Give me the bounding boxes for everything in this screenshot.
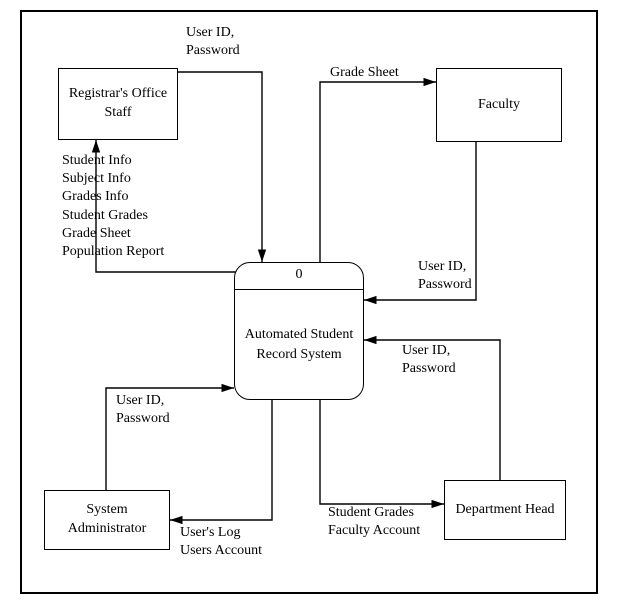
label-sysadmin-out: User's Log Users Account (180, 524, 262, 560)
process-number: 0 (235, 263, 363, 290)
diagram-canvas: 0 Automated Student Record System Regist… (0, 0, 620, 605)
label-registrar-in: User ID, Password (186, 24, 240, 60)
label-faculty-in: User ID, Password (418, 258, 472, 294)
process-asrs: 0 Automated Student Record System (234, 262, 364, 400)
entity-depthead: Department Head (444, 480, 566, 540)
entity-registrar: Registrar's Office Staff (58, 68, 178, 140)
entity-faculty: Faculty (436, 68, 562, 142)
label-sysadmin-in: User ID, Password (116, 392, 170, 428)
entity-sysadmin: System Administrator (44, 490, 170, 550)
label-depthead-out: Student Grades Faculty Account (328, 504, 420, 540)
process-title: Automated Student Record System (235, 290, 363, 399)
label-faculty-out: Grade Sheet (330, 64, 399, 82)
label-registrar-out: Student Info Subject Info Grades Info St… (62, 152, 164, 261)
label-depthead-in: User ID, Password (402, 342, 456, 378)
